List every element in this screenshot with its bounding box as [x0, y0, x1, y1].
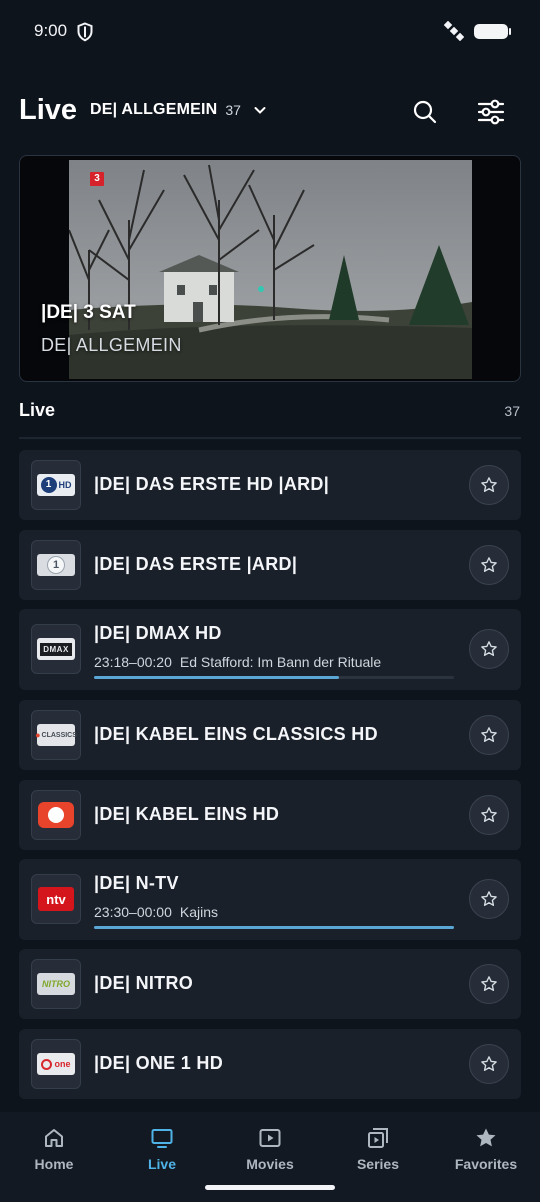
- player-channel-title: |DE| 3 SAT: [41, 302, 136, 323]
- nav-label: Movies: [246, 1156, 294, 1172]
- epg-time: 23:30–00:00: [94, 904, 172, 920]
- video-preview-player[interactable]: 3 |DE| 3 SAT DE| ALLGEMEIN: [19, 155, 521, 382]
- ard-logo: 1: [31, 540, 81, 590]
- star-outline-icon: [481, 727, 497, 742]
- star-outline-icon: [481, 891, 497, 906]
- star-outline-icon: [481, 807, 497, 822]
- player-category: DE| ALLGEMEIN: [41, 335, 182, 355]
- epg-info: 23:30–00:00 Kajins: [94, 904, 218, 920]
- nav-label: Favorites: [454, 1156, 518, 1172]
- top-app-bar: Live DE| ALLGEMEIN 37: [0, 82, 540, 142]
- nav-label: Live: [147, 1156, 176, 1172]
- filter-button[interactable]: [475, 96, 507, 128]
- nav-favorites[interactable]: Favorites: [436, 1126, 536, 1172]
- battery-icon: [474, 24, 511, 39]
- ard-hd-logo: 1 HD: [31, 460, 81, 510]
- channel-row[interactable]: 1 HD |DE| DAS ERSTE HD |ARD|: [19, 450, 521, 520]
- channel-row[interactable]: ntv |DE| N-TV 23:30–00:00 Kajins: [19, 859, 521, 940]
- home-indicator[interactable]: [205, 1185, 335, 1190]
- star-outline-icon: [481, 557, 497, 572]
- section-title: Live: [19, 400, 56, 420]
- channel-row[interactable]: ● CLASSICS |DE| KABEL EINS CLASSICS HD: [19, 700, 521, 770]
- channel-name: |DE| DAS ERSTE HD |ARD|: [94, 474, 330, 494]
- channel-name: |DE| NITRO: [94, 973, 194, 993]
- section-count: 37: [504, 403, 520, 419]
- channel-row[interactable]: DMAX |DE| DMAX HD 23:18–00:20 Ed Stafford…: [19, 609, 521, 690]
- epg-info: 23:18–00:20 Ed Stafford: Im Bann der Ritu…: [94, 654, 381, 670]
- channel-name: |DE| DAS ERSTE |ARD|: [94, 554, 298, 574]
- epg-progress-bar: [94, 926, 454, 929]
- epg-progress-bar: [94, 676, 454, 679]
- nitro-logo: NITRO: [31, 959, 81, 1009]
- series-icon: [368, 1128, 388, 1148]
- channel-name: |DE| ONE 1 HD: [94, 1053, 223, 1073]
- channel-name: |DE| N-TV: [94, 873, 179, 893]
- channel-name: |DE| KABEL EINS CLASSICS HD: [94, 724, 378, 744]
- section-divider: [19, 437, 521, 439]
- tv-icon: [151, 1129, 173, 1148]
- satellite-icon: [444, 21, 464, 41]
- epg-title: Kajins: [179, 904, 218, 920]
- favorite-button[interactable]: [469, 715, 509, 755]
- search-icon: [413, 100, 437, 124]
- status-time: 9:00: [34, 21, 68, 40]
- channel-bug: 3: [90, 172, 104, 186]
- kabel-eins-classics-logo: ● CLASSICS: [31, 710, 81, 760]
- nav-label: Series: [356, 1156, 400, 1172]
- favorite-button[interactable]: [469, 465, 509, 505]
- status-bar: 9:00: [0, 0, 540, 62]
- ntv-logo: ntv: [31, 874, 81, 924]
- one-logo: one: [31, 1039, 81, 1089]
- channel-row[interactable]: 1 |DE| DAS ERSTE |ARD|: [19, 530, 521, 600]
- nav-series[interactable]: Series: [328, 1126, 428, 1172]
- channel-row[interactable]: NITRO |DE| NITRO: [19, 949, 521, 1019]
- nav-home[interactable]: Home: [4, 1126, 104, 1172]
- nav-movies[interactable]: Movies: [220, 1126, 320, 1172]
- dmax-logo: DMAX: [31, 624, 81, 674]
- chevron-down-icon: [254, 107, 266, 114]
- favorite-button[interactable]: [469, 964, 509, 1004]
- search-button[interactable]: [409, 96, 441, 128]
- channel-name: |DE| DMAX HD: [94, 623, 222, 643]
- favorite-button[interactable]: [469, 545, 509, 585]
- kabel-eins-logo: [31, 790, 81, 840]
- filter-icon: [477, 99, 505, 125]
- shield-icon: [77, 22, 93, 42]
- star-outline-icon: [481, 477, 497, 492]
- favorite-button[interactable]: [469, 879, 509, 919]
- channel-row[interactable]: one |DE| ONE 1 HD: [19, 1029, 521, 1099]
- star-outline-icon: [481, 641, 497, 656]
- epg-progress-fill: [94, 926, 454, 929]
- channel-row[interactable]: |DE| KABEL EINS HD: [19, 780, 521, 850]
- favorite-button[interactable]: [469, 629, 509, 669]
- favorite-button[interactable]: [469, 795, 509, 835]
- category-name: DE| ALLGEMEIN: [90, 101, 218, 118]
- star-outline-icon: [481, 976, 497, 991]
- favorite-button[interactable]: [469, 1044, 509, 1084]
- live-screen: 9:00 Live DE| ALLGEMEIN 37 3 |DE| 3 SAT …: [0, 0, 540, 1202]
- epg-progress-fill: [94, 676, 339, 679]
- play-icon: [259, 1129, 281, 1147]
- nav-label: Home: [34, 1156, 74, 1172]
- star-icon: [476, 1128, 496, 1147]
- epg-time: 23:18–00:20: [94, 654, 172, 670]
- channel-name: |DE| KABEL EINS HD: [94, 804, 280, 824]
- home-icon: [45, 1129, 63, 1147]
- category-count: 37: [225, 102, 241, 118]
- category-selector[interactable]: DE| ALLGEMEIN 37: [90, 101, 267, 119]
- page-title: Live: [19, 94, 78, 126]
- star-outline-icon: [481, 1056, 497, 1071]
- epg-title: Ed Stafford: Im Bann der Rituale: [179, 654, 382, 670]
- nav-live[interactable]: Live: [112, 1126, 212, 1172]
